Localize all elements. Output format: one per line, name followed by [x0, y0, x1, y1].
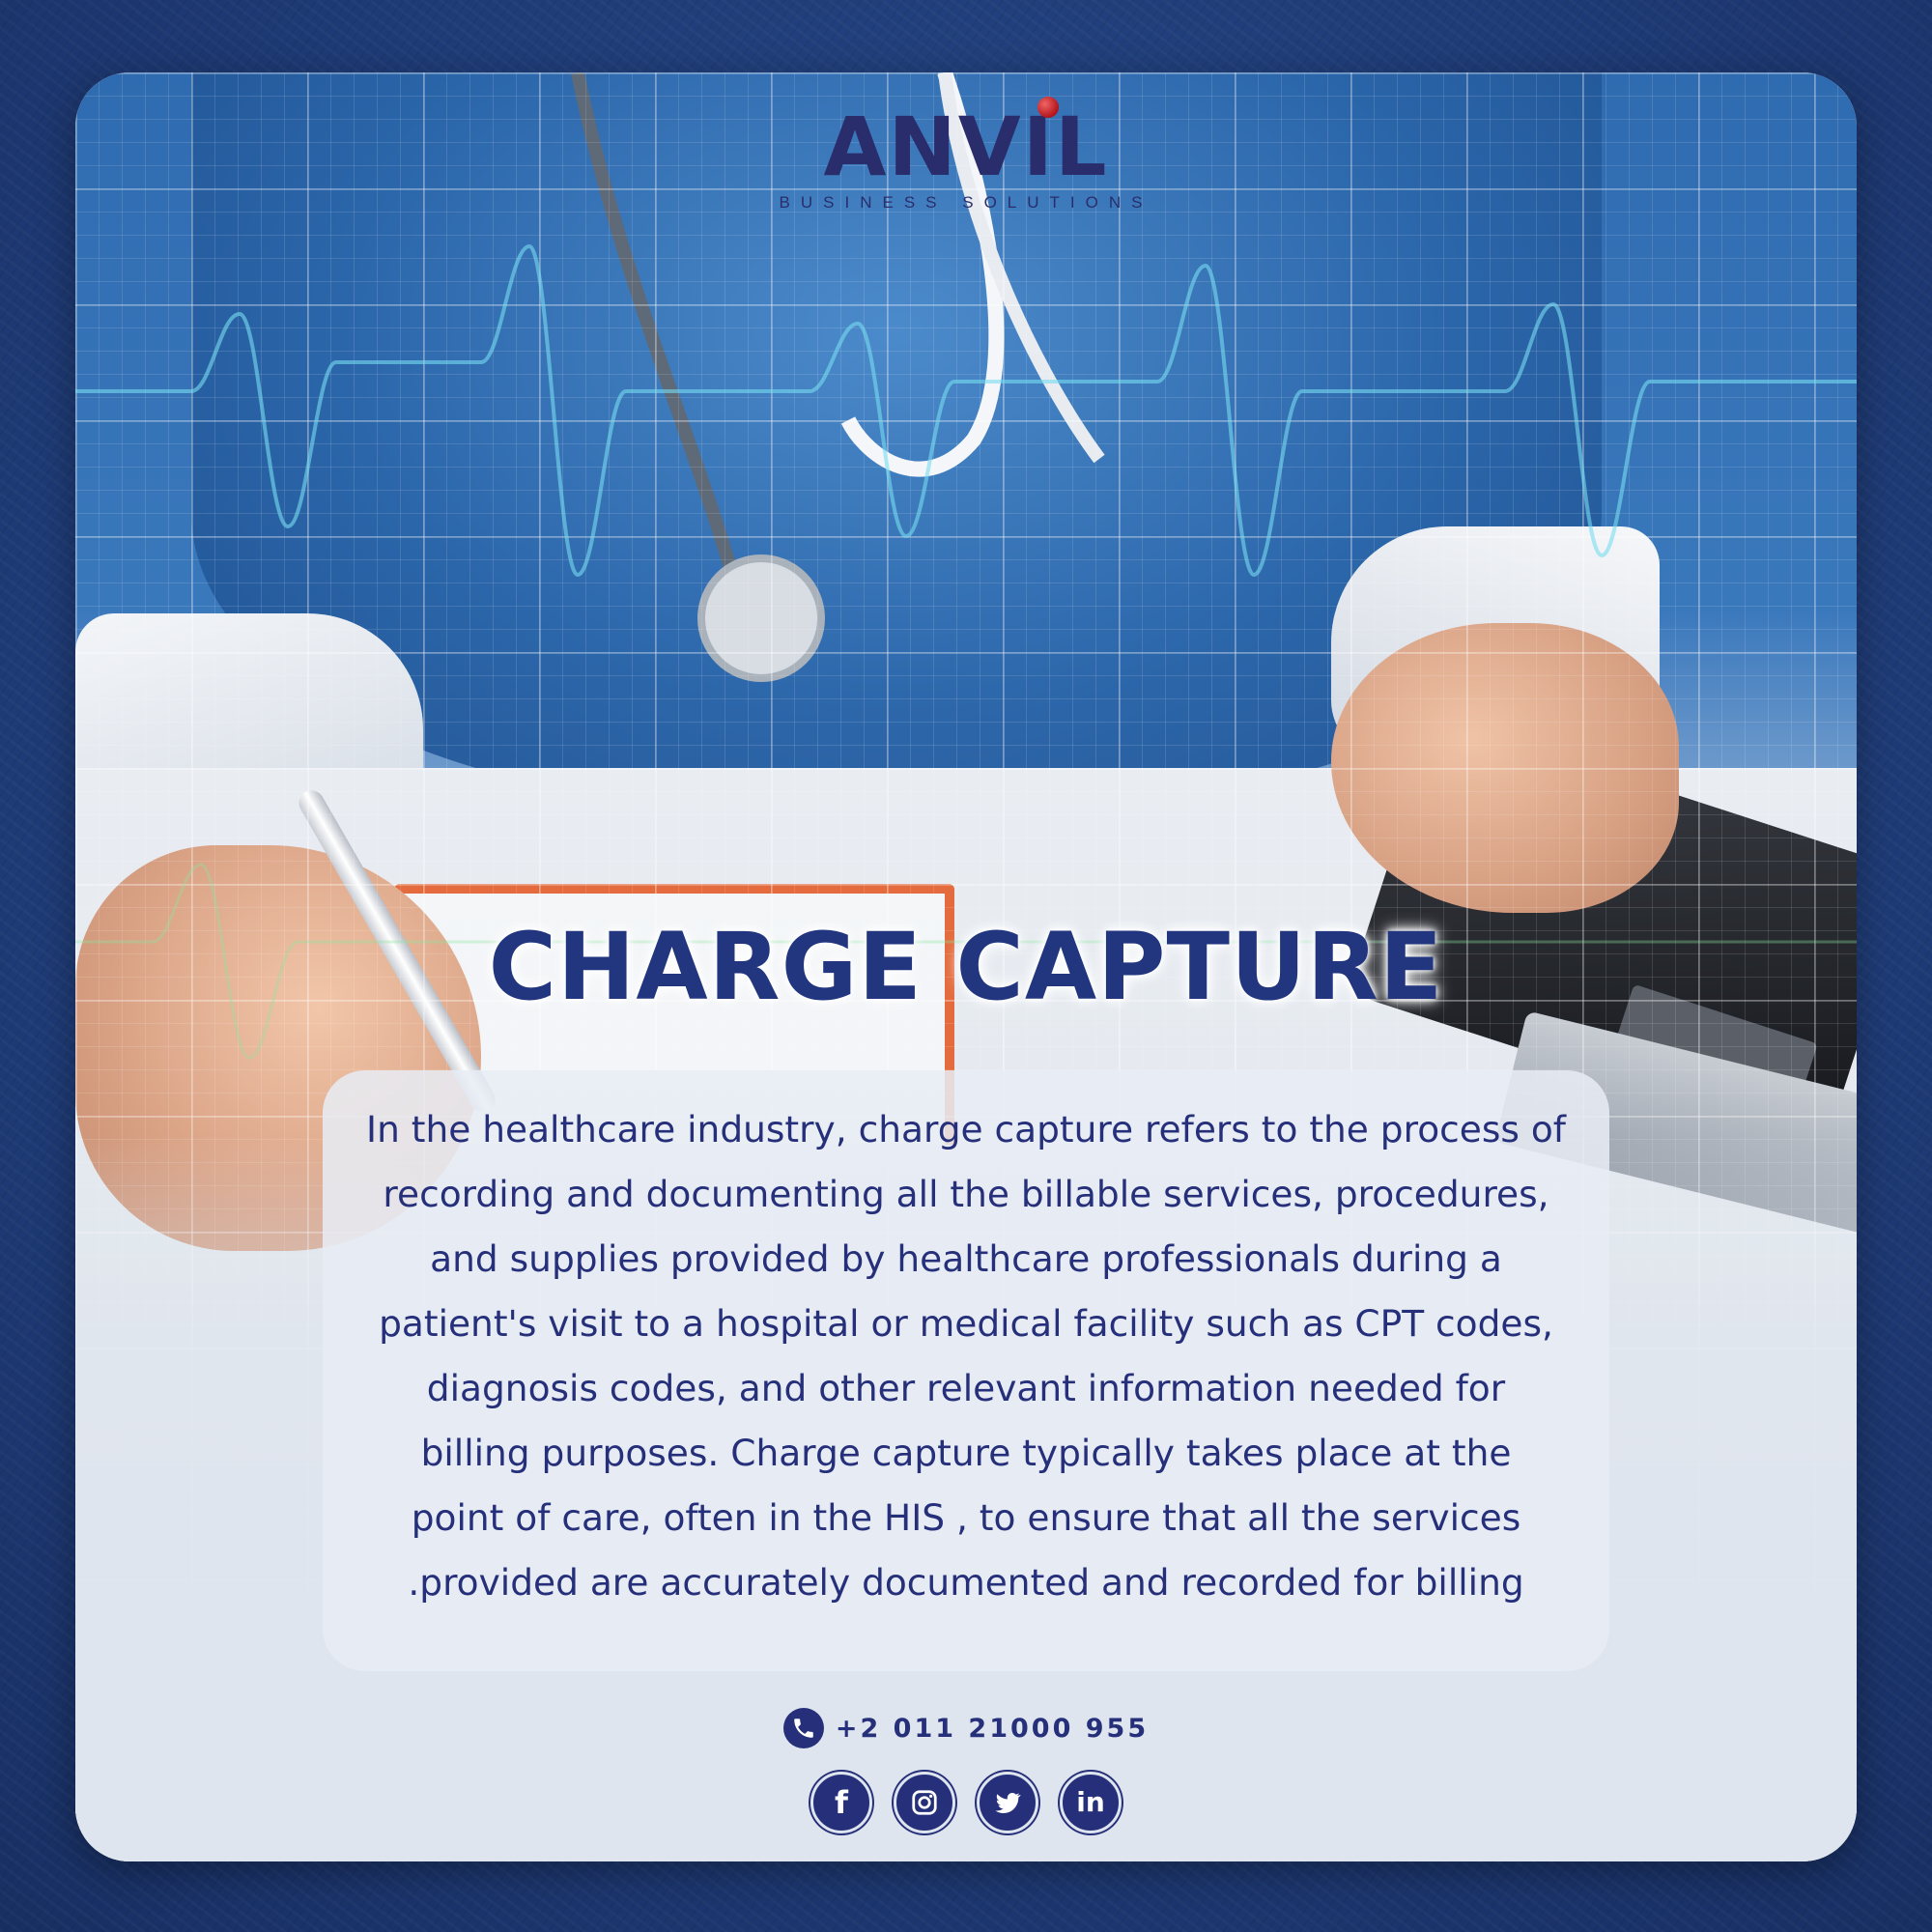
social-links: f in	[0, 1772, 1932, 1833]
description-line: and supplies provided by healthcare prof…	[430, 1237, 1502, 1280]
linkedin-icon[interactable]: in	[1060, 1772, 1122, 1833]
contact-footer: +2 011 21000 955 f in	[0, 1708, 1932, 1833]
anvil-logo: ANVIL BUSINESS SOLUTIONS	[0, 97, 1932, 213]
phone-number: +2 011 21000 955	[835, 1713, 1150, 1744]
description-line: diagnosis codes, and other relevant info…	[426, 1367, 1506, 1409]
instagram-icon[interactable]	[894, 1772, 955, 1833]
logo-tagline: BUSINESS SOLUTIONS	[779, 193, 1153, 212]
description-panel: In the healthcare industry, charge captu…	[323, 1070, 1609, 1671]
phone-icon	[782, 1708, 824, 1748]
description-line: .provided are accurately documented and …	[408, 1561, 1524, 1604]
description-line: billing purposes. Charge capture typical…	[420, 1432, 1512, 1474]
description-text: In the healthcare industry, charge captu…	[352, 1097, 1580, 1615]
description-line: patient's visit to a hospital or medical…	[379, 1302, 1553, 1345]
facebook-icon[interactable]: f	[810, 1772, 872, 1833]
twitter-icon[interactable]	[977, 1772, 1038, 1833]
description-line: recording and documenting all the billab…	[383, 1173, 1549, 1215]
description-line: In the healthcare industry, charge captu…	[366, 1108, 1566, 1151]
page-title: CHARGE CAPTURE	[488, 913, 1444, 1021]
logo-wordmark: ANVIL	[823, 97, 1108, 187]
phone-row[interactable]: +2 011 21000 955	[782, 1708, 1150, 1748]
logo-dot-icon	[1037, 97, 1060, 118]
description-line: point of care, often in the HIS , to ens…	[411, 1496, 1521, 1539]
